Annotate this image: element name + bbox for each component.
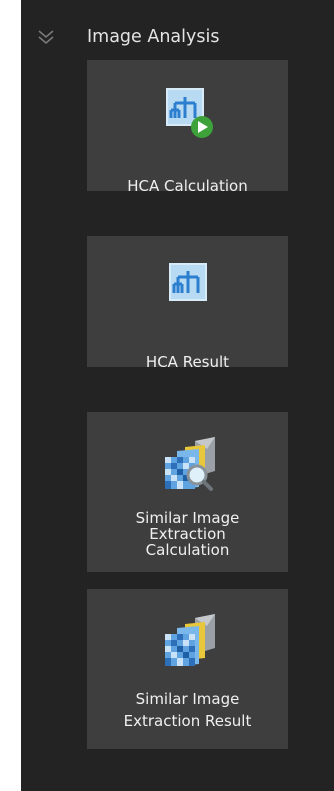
tile-label-line: Similar Image	[135, 690, 240, 708]
hierarchy-icon	[168, 263, 207, 301]
tile-label: Similar Image Extraction Result	[87, 691, 288, 729]
similar-image-extraction-result-tile[interactable]: Similar Image Extraction Result	[87, 589, 288, 749]
hca-calculation-tile[interactable]: HCA Calculation	[87, 60, 288, 194]
section-title: Image Analysis	[87, 27, 220, 47]
image-stack-search-icon	[164, 437, 215, 491]
tile-label-line: HCA Result	[145, 353, 230, 371]
hca-result-tile[interactable]: HCA Result	[87, 236, 288, 370]
hierarchy-play-icon	[165, 88, 213, 138]
section-header[interactable]: Image Analysis	[21, 22, 334, 52]
similar-image-extraction-calculation-tile[interactable]: Similar Image Extraction Calculation	[87, 412, 288, 572]
tile-label: Similar Image Extraction Calculation	[87, 510, 288, 558]
tile-label-line: Similar Image	[135, 509, 240, 527]
tile-label-line: Extraction Result	[123, 712, 252, 730]
image-stack-icon	[164, 614, 215, 666]
tile-label-line: Calculation	[145, 541, 230, 559]
tile-label: HCA Result	[87, 354, 288, 370]
tile-label-line: Extraction	[149, 525, 226, 543]
tile-label: HCA Calculation	[87, 178, 288, 194]
tile-label-line: HCA Calculation	[127, 177, 248, 195]
image-analysis-panel: Image Analysis HCA Calculation HCA Resul…	[21, 0, 334, 791]
double-chevron-down-icon[interactable]	[35, 26, 57, 48]
